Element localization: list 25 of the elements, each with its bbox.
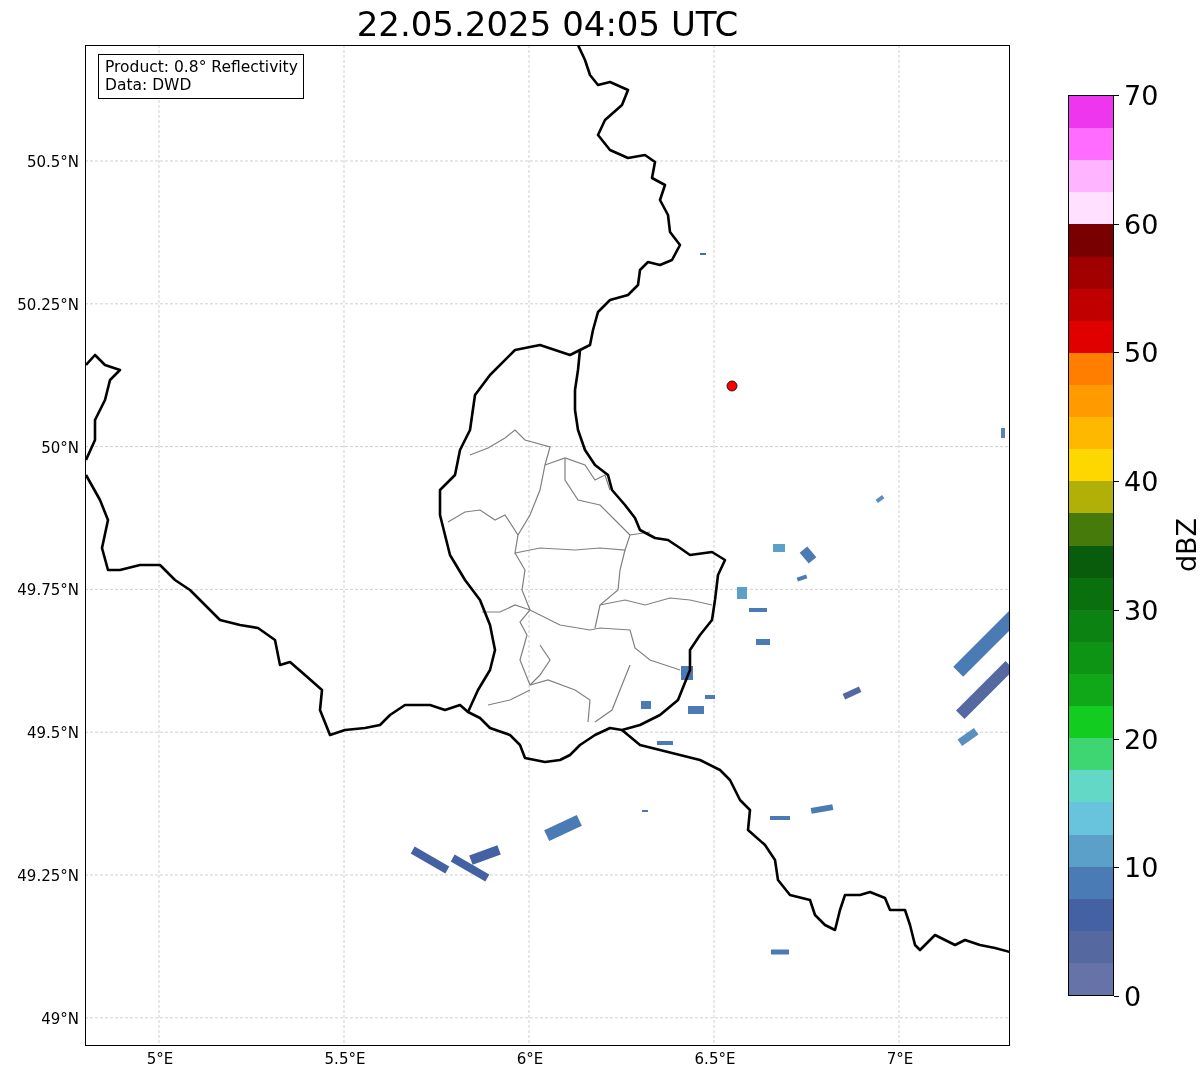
colorbar-tick-label: 40 (1124, 465, 1159, 497)
colorbar-tick-label: 10 (1124, 851, 1159, 883)
colorbar-tick-label: 60 (1124, 208, 1159, 240)
latitude-label: 50.25°N (17, 295, 79, 314)
latitude-label: 50°N (41, 438, 79, 457)
chart-title: 22.05.2025 04:05 UTC (356, 4, 739, 45)
info-text: Product: 0.8° Reflectivity (105, 58, 298, 76)
latitude-label: 50.5°N (26, 153, 79, 171)
latitude-label: 49°N (41, 1009, 79, 1028)
radar-site-icon (726, 380, 738, 392)
colorbar-label: dBZ (1170, 517, 1202, 573)
info-text: Data: DWD (105, 76, 193, 94)
colorbar-tick-label: 30 (1124, 594, 1159, 626)
longitude-label: 5°E (146, 1050, 174, 1068)
longitude-label: 6°E (516, 1050, 544, 1068)
colorbar-tick-label: 50 (1124, 336, 1159, 368)
longitude-label: 7°E (886, 1050, 914, 1068)
longitude-label: 6.5°E (694, 1050, 736, 1068)
latitude-label: 49.25°N (17, 867, 79, 885)
colorbar-tick-label: 20 (1124, 723, 1159, 755)
latitude-label: 49.75°N (17, 581, 79, 600)
longitude-label: 5.5°E (324, 1050, 366, 1068)
colorbar-tick-label: 0 (1124, 980, 1142, 1012)
latitude-label: 49.5°N (26, 724, 79, 743)
colorbar-tick-label: 70 (1124, 79, 1159, 111)
